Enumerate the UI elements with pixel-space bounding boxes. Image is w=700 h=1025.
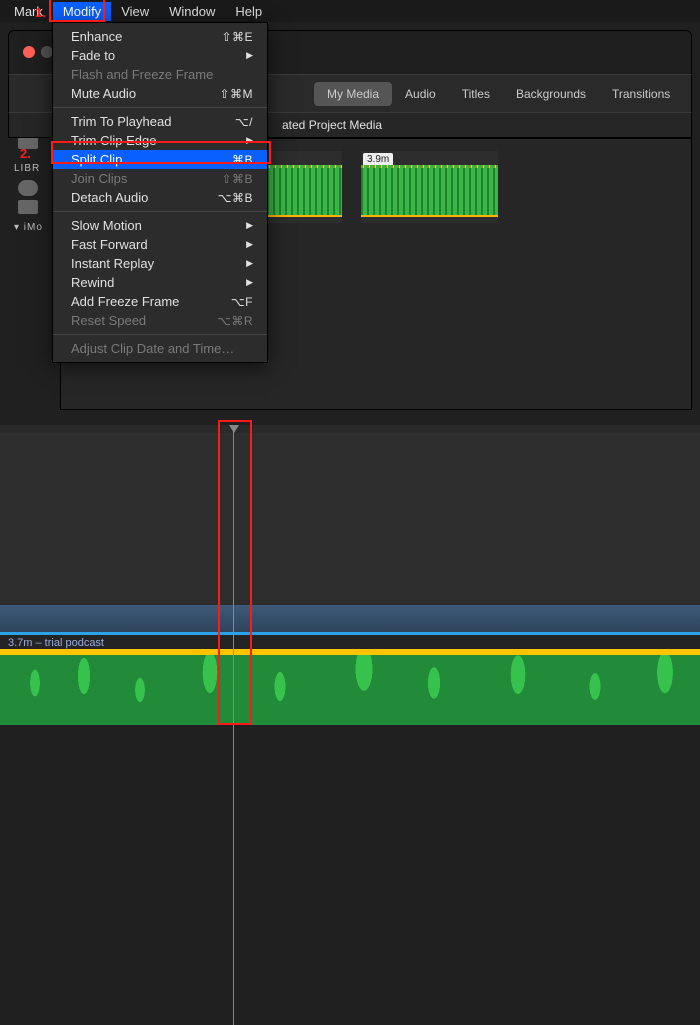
menuitem-rewind[interactable]: Rewind▶ (53, 273, 267, 292)
menu-modify[interactable]: Modify (53, 2, 111, 21)
menuitem-instant-replay[interactable]: Instant Replay▶ (53, 254, 267, 273)
timeline[interactable]: 3.7m – trial podcast (0, 425, 700, 725)
annotation-step1: 1. (35, 5, 46, 20)
audio-track[interactable]: 3.7m – trial podcast (0, 635, 700, 725)
menuitem-reset-speed: Reset Speed⌥⌘R (53, 311, 267, 330)
menuitem-mute-audio[interactable]: Mute Audio⇧⌘M (53, 84, 267, 103)
menuitem-fast-forward[interactable]: Fast Forward▶ (53, 235, 267, 254)
menuitem-enhance[interactable]: Enhance⇧⌘E (53, 27, 267, 46)
media-clip[interactable]: 3.9m (361, 151, 498, 223)
annotation-step2: 2. (20, 146, 31, 161)
menuitem-split-clip[interactable]: Split Clip⌘B (53, 150, 267, 169)
media-tabs: My MediaAudioTitlesBackgroundsTransition… (314, 82, 683, 106)
menuitem-join-clips: Join Clips⇧⌘B (53, 169, 267, 188)
menu-window[interactable]: Window (159, 2, 225, 21)
gear-icon[interactable] (18, 180, 38, 196)
menuitem-slow-motion[interactable]: Slow Motion▶ (53, 216, 267, 235)
menu-help[interactable]: Help (225, 2, 272, 21)
tab-transitions[interactable]: Transitions (599, 82, 683, 106)
timeline-ruler[interactable] (0, 425, 700, 433)
menuitem-detach-audio[interactable]: Detach Audio⌥⌘B (53, 188, 267, 207)
sidebar: PROJ LIBR ▾ iMo (8, 112, 56, 412)
menuitem-flash-and-freeze-frame: Flash and Freeze Frame (53, 65, 267, 84)
close-window-icon[interactable] (23, 46, 35, 58)
menuitem-trim-to-playhead[interactable]: Trim To Playhead⌥/ (53, 112, 267, 131)
playhead[interactable] (233, 425, 234, 1025)
menuitem-add-freeze-frame[interactable]: Add Freeze Frame⌥F (53, 292, 267, 311)
library-icon[interactable] (18, 200, 38, 214)
media-header-label: ated Project Media (282, 118, 382, 132)
audio-clip-label: 3.7m – trial podcast (8, 637, 104, 649)
sidebar-libraries-label: LIBR (14, 163, 56, 174)
tab-titles[interactable]: Titles (449, 82, 503, 106)
sidebar-imovie-label[interactable]: ▾ iMo (14, 222, 56, 233)
menubar: MarkModifyViewWindowHelp (0, 0, 700, 22)
tab-backgrounds[interactable]: Backgrounds (503, 82, 599, 106)
tab-audio[interactable]: Audio (392, 82, 449, 106)
menu-view[interactable]: View (111, 2, 159, 21)
tab-my-media[interactable]: My Media (314, 82, 392, 106)
menuitem-fade-to[interactable]: Fade to▶ (53, 46, 267, 65)
video-clip-track[interactable] (0, 605, 700, 635)
modify-menu: Enhance⇧⌘EFade to▶Flash and Freeze Frame… (52, 22, 268, 363)
menuitem-adjust-clip-date-and-time-: Adjust Clip Date and Time… (53, 339, 267, 358)
video-track[interactable] (0, 433, 700, 605)
menuitem-trim-clip-edge[interactable]: Trim Clip Edge▶ (53, 131, 267, 150)
